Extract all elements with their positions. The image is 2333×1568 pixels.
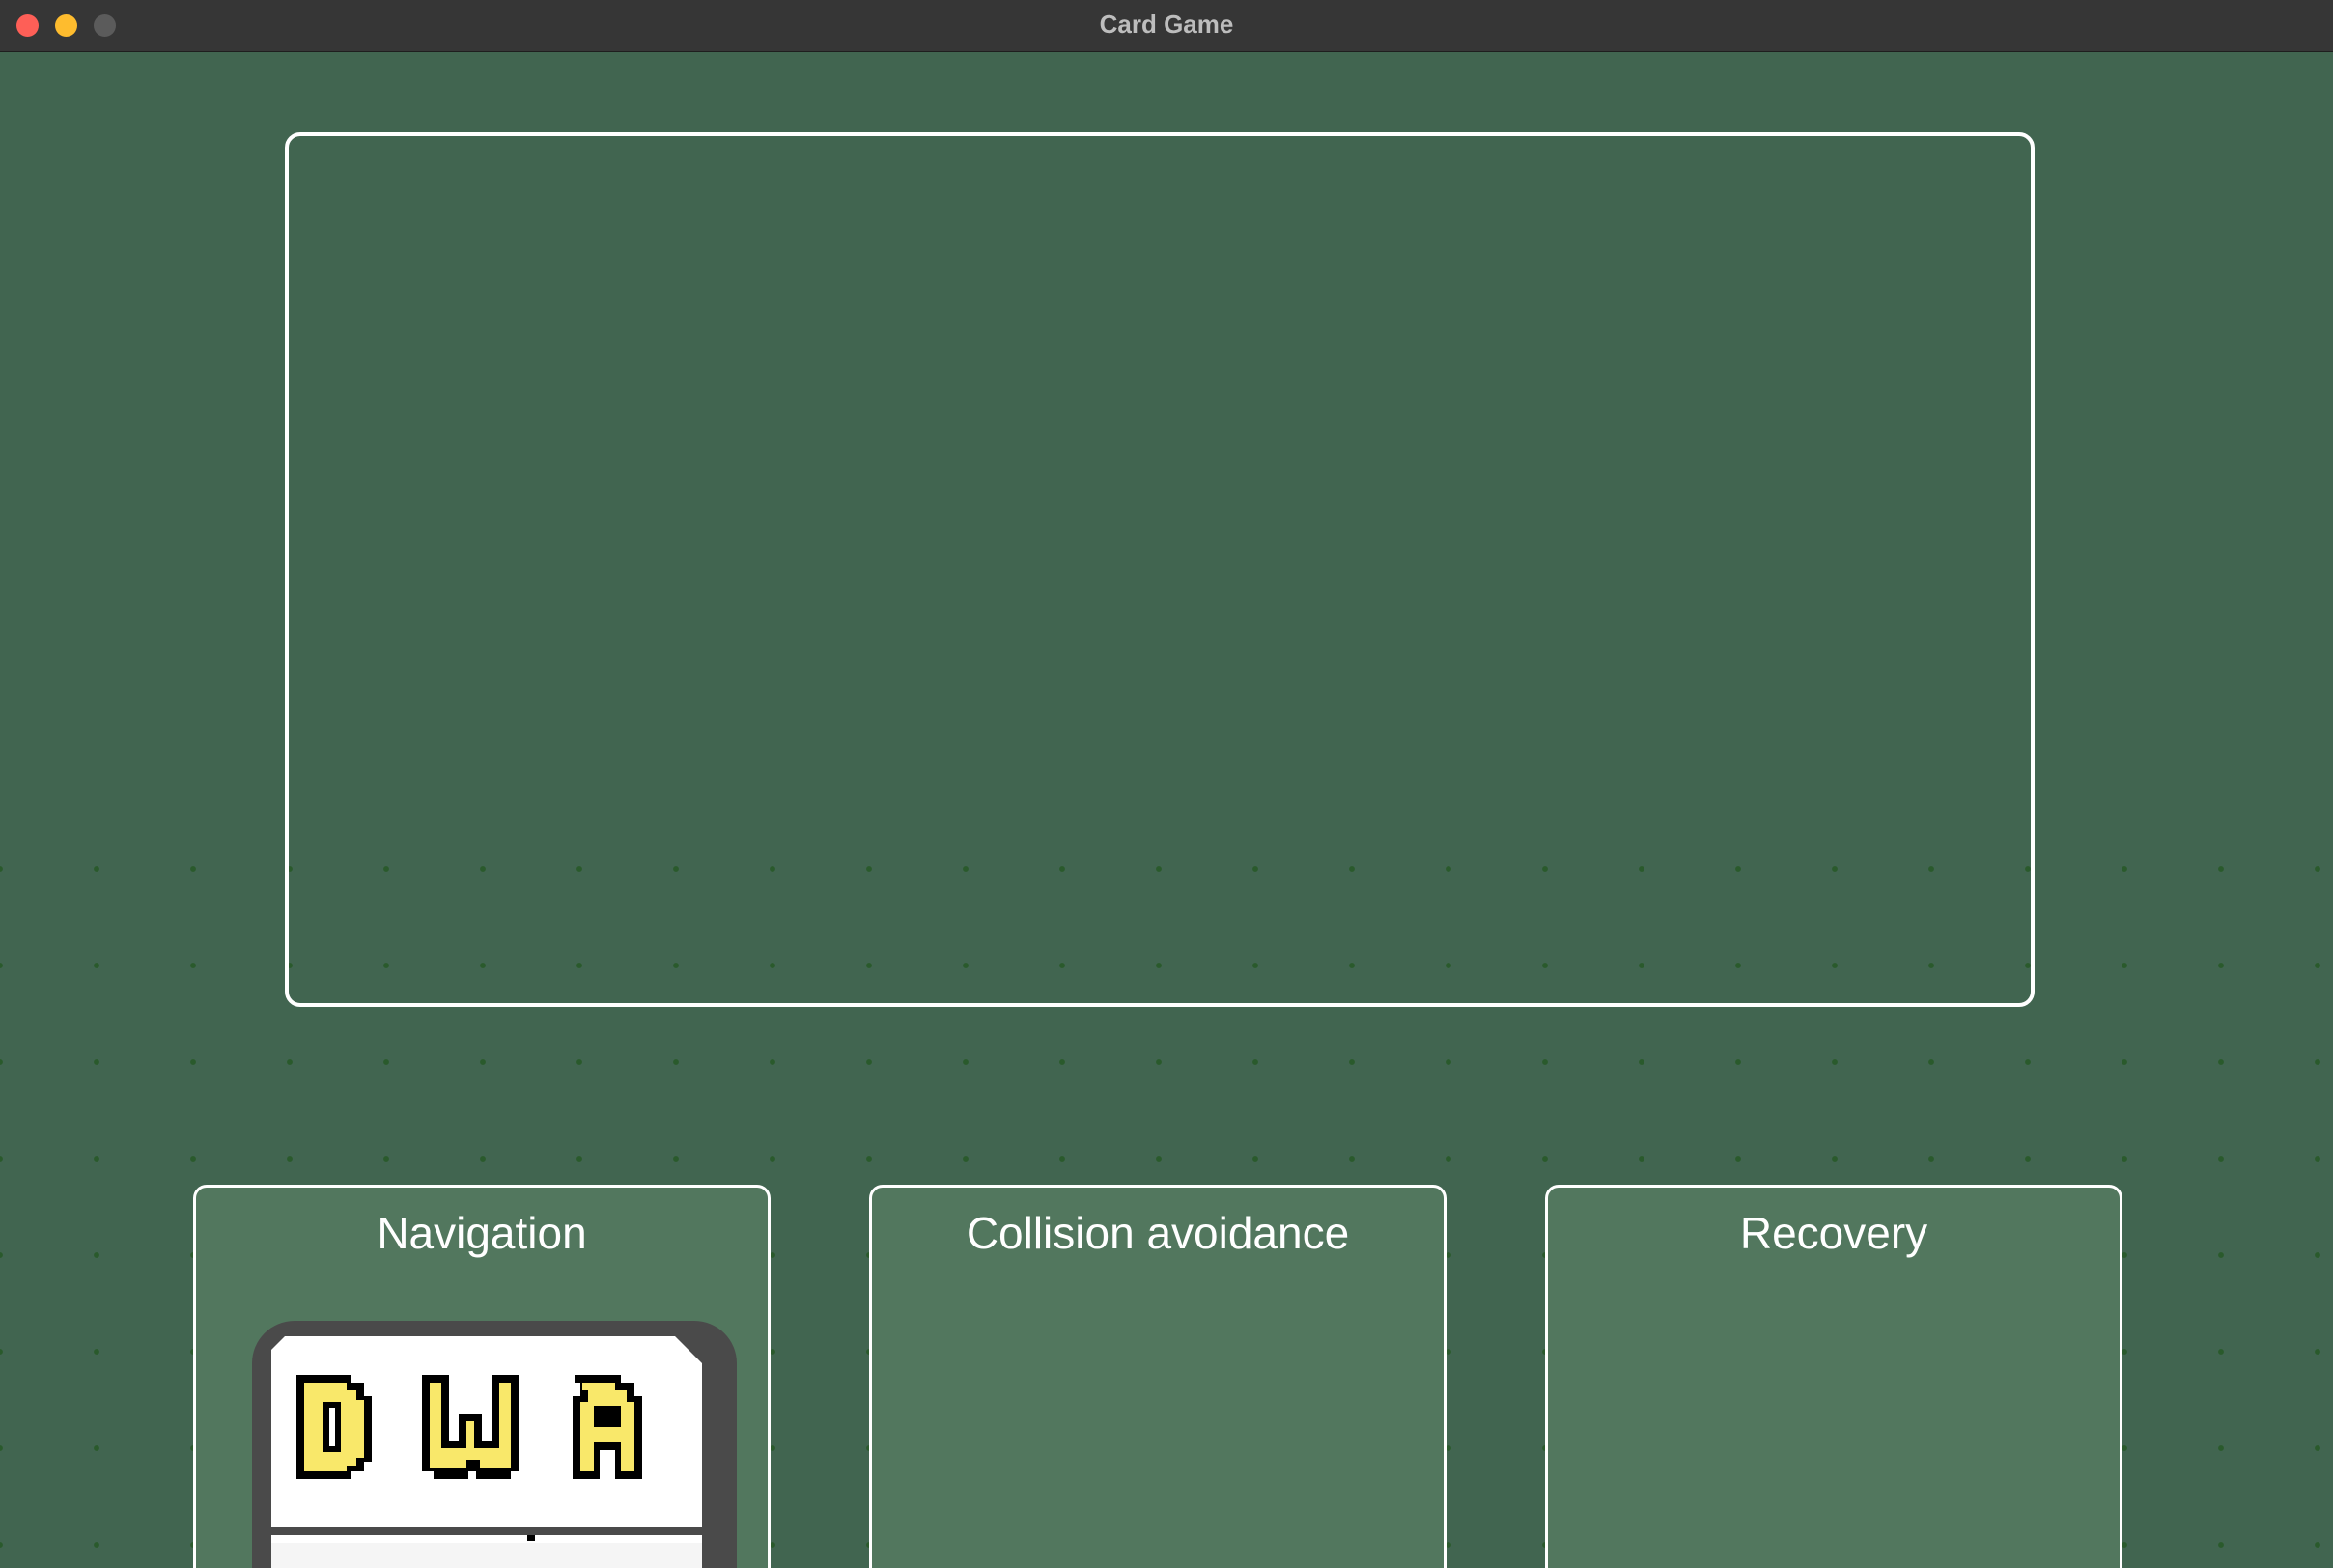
letter-d-glyph xyxy=(296,1375,372,1479)
game-window: Card Game Navigation Collision avoidance… xyxy=(0,0,2333,1568)
slot-label-recovery: Recovery xyxy=(1739,1208,1928,1258)
letter-a-glyph xyxy=(573,1375,642,1479)
card-divider xyxy=(271,1527,702,1535)
title-bar[interactable]: Card Game xyxy=(0,0,2333,52)
dwa-card[interactable] xyxy=(252,1321,737,1568)
card-face xyxy=(271,1336,702,1568)
card-divider-notch xyxy=(527,1535,535,1541)
card-code-letters xyxy=(296,1375,642,1479)
play-area-drop-zone[interactable] xyxy=(285,132,2035,1007)
slot-navigation[interactable]: Navigation xyxy=(193,1185,771,1568)
slot-recovery[interactable]: Recovery xyxy=(1545,1185,2122,1568)
slot-collision-avoidance[interactable]: Collision avoidance xyxy=(869,1185,1447,1568)
letter-w-glyph xyxy=(422,1375,519,1479)
window-title: Card Game xyxy=(1099,10,1234,39)
card-bottom-panel xyxy=(271,1543,702,1568)
slot-label-navigation: Navigation xyxy=(377,1208,587,1258)
slot-label-collision-avoidance: Collision avoidance xyxy=(966,1208,1350,1258)
